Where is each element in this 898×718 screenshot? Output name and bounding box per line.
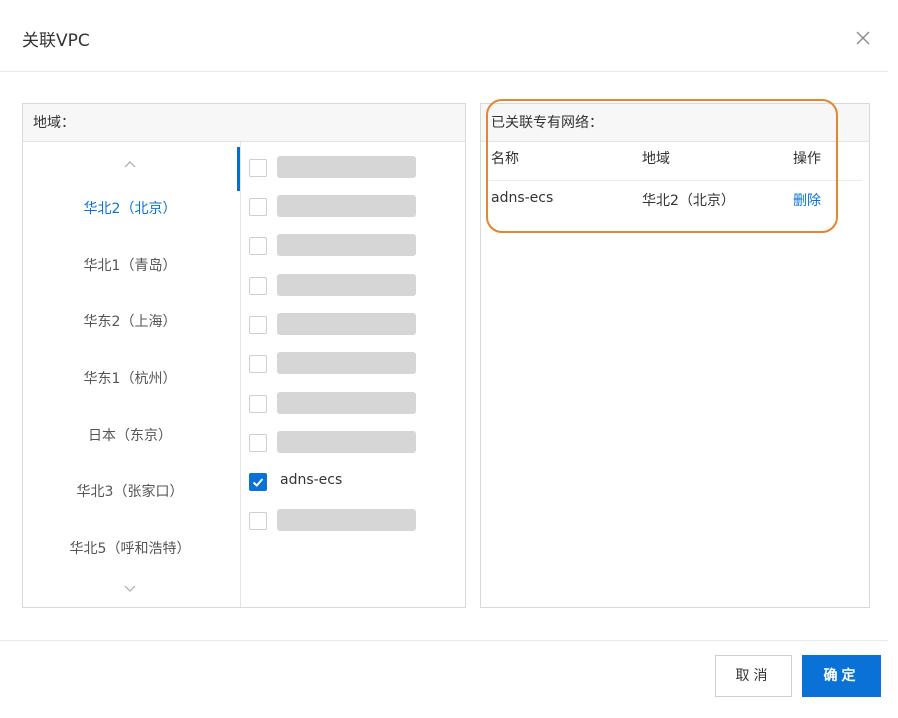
column-header-action: 操作 xyxy=(793,151,821,167)
redacted-vpc-name xyxy=(277,234,416,256)
close-icon[interactable] xyxy=(853,28,873,48)
vpc-row[interactable] xyxy=(249,195,419,220)
region-item[interactable]: 华东1（杭州） xyxy=(23,364,237,394)
region-item[interactable]: 日本（东京） xyxy=(23,421,237,451)
vpc-row[interactable] xyxy=(249,509,419,534)
vpc-checkbox[interactable] xyxy=(249,434,267,452)
checkmark-icon xyxy=(252,478,264,487)
vpc-checkbox[interactable] xyxy=(249,355,267,373)
vpc-row[interactable] xyxy=(249,274,419,299)
region-item[interactable]: 华北5（呼和浩特） xyxy=(23,534,237,564)
vpc-name: adns-ecs xyxy=(280,472,343,488)
redacted-vpc-name xyxy=(277,156,416,178)
region-item[interactable]: 华东2（上海） xyxy=(23,307,237,337)
delete-link[interactable]: 删除 xyxy=(793,190,821,210)
chevron-down-icon[interactable] xyxy=(121,583,139,595)
ok-button[interactable]: 确定 xyxy=(802,655,881,697)
column-header-region: 地域 xyxy=(642,151,670,167)
vpc-row[interactable] xyxy=(249,234,419,259)
table-header-divider xyxy=(488,180,862,181)
region-item[interactable]: 华北1（青岛） xyxy=(23,251,237,281)
chevron-up-icon[interactable] xyxy=(121,158,139,170)
vpc-row[interactable] xyxy=(249,156,419,181)
active-region-indicator xyxy=(237,147,240,191)
associated-vpc-region: 华北2（北京） xyxy=(642,193,735,209)
vpc-checkbox[interactable] xyxy=(249,198,267,216)
redacted-vpc-name xyxy=(277,431,416,453)
vpc-row[interactable] xyxy=(249,392,419,417)
footer-divider xyxy=(0,640,888,641)
region-item[interactable]: 华北3（张家口） xyxy=(23,477,237,507)
column-header-name: 名称 xyxy=(491,151,519,167)
redacted-vpc-name xyxy=(277,392,416,414)
vpc-row[interactable] xyxy=(249,352,419,377)
region-panel-header: 地域： xyxy=(23,104,465,142)
associated-vpc-panel: 已关联专有网络： xyxy=(480,103,870,608)
vpc-row[interactable] xyxy=(249,431,419,456)
cancel-button[interactable]: 取消 xyxy=(715,655,792,697)
redacted-vpc-name xyxy=(277,352,416,374)
vpc-checkbox[interactable] xyxy=(249,237,267,255)
redacted-vpc-name xyxy=(277,313,416,335)
vpc-checkbox[interactable] xyxy=(249,277,267,295)
vpc-checkbox[interactable] xyxy=(249,316,267,334)
vpc-row[interactable] xyxy=(249,313,419,338)
dialog-title: 关联VPC xyxy=(22,31,90,51)
vpc-checkbox[interactable] xyxy=(249,159,267,177)
region-list: 华北2（北京） 华北1（青岛） 华东2（上海） 华东1（杭州） 日本（东京） 华… xyxy=(23,142,241,607)
redacted-vpc-name xyxy=(277,509,416,531)
vpc-row[interactable]: adns-ecs xyxy=(249,472,419,495)
header-divider xyxy=(0,71,888,72)
vpc-checkbox[interactable] xyxy=(249,395,267,413)
vpc-checkbox[interactable] xyxy=(249,512,267,530)
associated-panel-header: 已关联专有网络： xyxy=(481,104,869,142)
vpc-checkbox[interactable] xyxy=(249,473,267,491)
redacted-vpc-name xyxy=(277,274,416,296)
redacted-vpc-name xyxy=(277,195,416,217)
associated-vpc-name: adns-ecs xyxy=(491,190,554,206)
region-item[interactable]: 华北2（北京） xyxy=(23,194,237,224)
